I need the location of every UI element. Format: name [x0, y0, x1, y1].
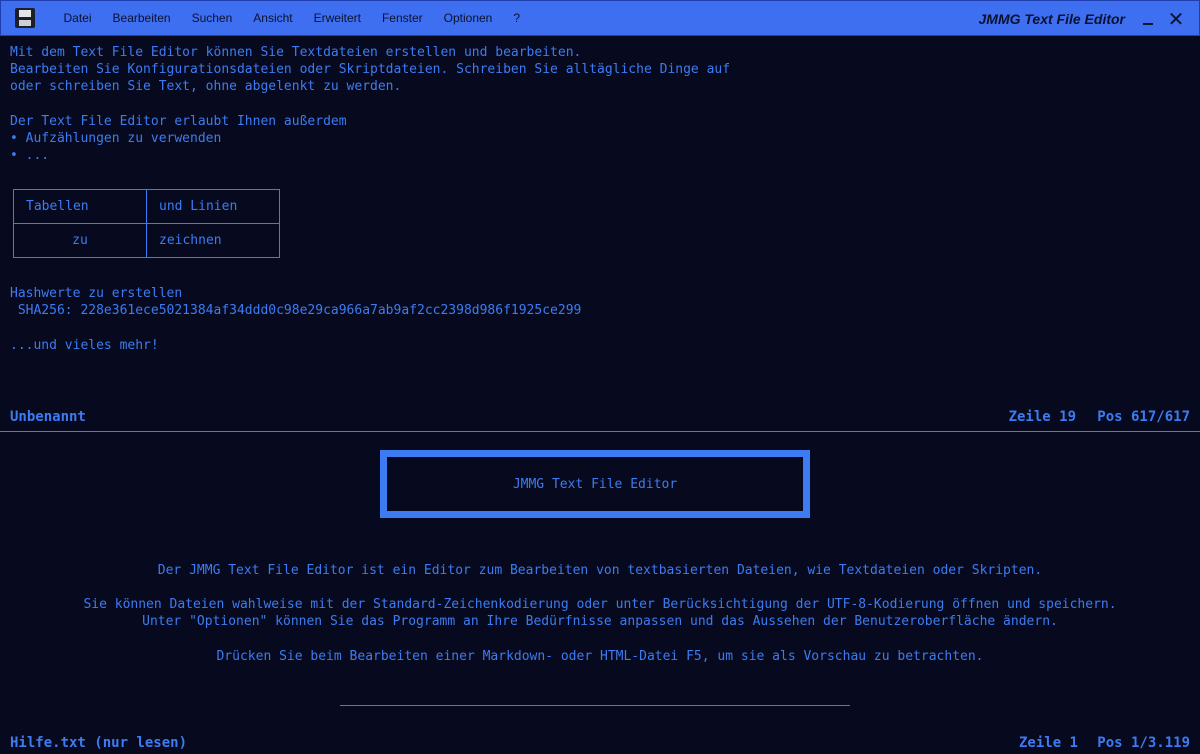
- menu-datei[interactable]: Datei: [53, 0, 102, 36]
- editor-status-pos: Pos 617/617: [1097, 409, 1190, 425]
- table-row: zu zeichnen: [13, 223, 280, 258]
- table-cell: und Linien: [146, 189, 280, 224]
- menu-help[interactable]: ?: [503, 0, 531, 36]
- editor-line: Mit dem Text File Editor können Sie Text…: [10, 45, 582, 60]
- editor-line: Bearbeiten Sie Konfigurationsdateien ode…: [10, 62, 731, 77]
- menu-suchen[interactable]: Suchen: [181, 0, 243, 36]
- table-cell: zu: [13, 223, 147, 258]
- app-title: JMMG Text File Editor: [978, 11, 1126, 27]
- help-status-pos: Pos 1/3.119: [1097, 735, 1190, 751]
- table-cell: Tabellen: [13, 189, 147, 224]
- table-cell: zeichnen: [146, 223, 280, 258]
- help-paragraph: Der JMMG Text File Editor ist ein Editor…: [157, 563, 1043, 578]
- close-icon: ✕: [1167, 7, 1185, 31]
- editor-line: ...und vieles mehr!: [10, 338, 159, 353]
- ascii-table: Tabellen und Linien zu zeichnen: [13, 189, 280, 258]
- minimize-button[interactable]: [1135, 1, 1161, 37]
- editor-status-line: Zeile 19: [1008, 409, 1076, 425]
- help-paragraph: Unter "Optionen" können Sie das Programm…: [142, 614, 1058, 629]
- editor-pane[interactable]: Mit dem Text File Editor können Sie Text…: [0, 36, 1200, 432]
- menu-ansicht[interactable]: Ansicht: [243, 0, 303, 36]
- editor-status-filename: Unbenannt: [10, 409, 86, 425]
- menu-erweitert[interactable]: Erweitert: [303, 0, 371, 36]
- help-paragraph: Drücken Sie beim Bearbeiten einer Markdo…: [216, 649, 984, 664]
- minimize-icon: [1143, 23, 1153, 25]
- editor-line: SHA256: 228e361ece5021384af34ddd0c98e29c…: [10, 303, 582, 318]
- menu-bearbeiten[interactable]: Bearbeiten: [102, 0, 181, 36]
- menu-optionen[interactable]: Optionen: [433, 0, 503, 36]
- table-row: Tabellen und Linien: [13, 189, 280, 224]
- help-paragraph: Sie können Dateien wahlweise mit der Sta…: [83, 597, 1117, 612]
- menu-bar: Datei Bearbeiten Suchen Ansicht Erweiter…: [53, 0, 531, 36]
- help-status-line: Zeile 1: [1018, 735, 1078, 751]
- menu-fenster[interactable]: Fenster: [371, 0, 433, 36]
- help-logo-box: JMMG Text File Editor: [380, 450, 810, 518]
- help-separator: [340, 705, 850, 706]
- editor-line: Hashwerte zu erstellen: [10, 286, 183, 301]
- help-status-filename: Hilfe.txt (nur lesen): [10, 735, 188, 751]
- editor-line: • Aufzählungen zu verwenden: [10, 131, 222, 146]
- pane-divider[interactable]: [0, 431, 1200, 432]
- editor-line: • ...: [10, 148, 50, 163]
- editor-line: Der Text File Editor erlaubt Ihnen außer…: [10, 114, 347, 129]
- title-bar: Datei Bearbeiten Suchen Ansicht Erweiter…: [0, 0, 1200, 36]
- help-logo-text: JMMG Text File Editor: [512, 476, 678, 492]
- editor-line: oder schreiben Sie Text, ohne abgelenkt …: [10, 79, 402, 94]
- close-button[interactable]: ✕: [1163, 1, 1189, 37]
- floppy-disk-icon[interactable]: [13, 6, 39, 30]
